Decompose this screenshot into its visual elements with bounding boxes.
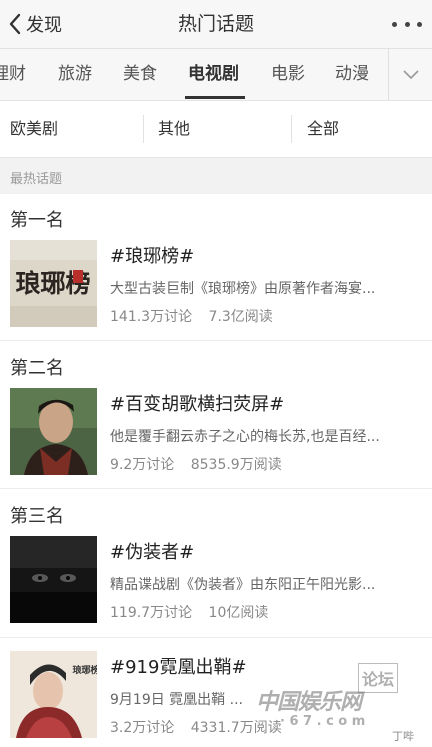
- topic-stats: 119.7万讨论 10亿阅读: [110, 602, 268, 622]
- topic-thumbnail: 琅琊榜: [10, 651, 97, 738]
- watermark-handle: 丁哔: [392, 730, 414, 743]
- tab-dongman[interactable]: 动漫: [335, 49, 369, 100]
- topic-description: 精品谍战剧《伪装者》由东阳正午阳光影...: [110, 577, 376, 593]
- langyabang-poster-image: 琅琊榜: [10, 240, 97, 327]
- topic-thumbnail: [10, 388, 97, 475]
- watermark-site: 中国娱乐网: [256, 690, 362, 715]
- read-count: 7.3亿阅读: [208, 309, 273, 325]
- topic-item[interactable]: #百变胡歌横扫荧屏# 他是覆手翻云赤子之心的梅长苏,也是百经... 9.2万讨论…: [0, 388, 432, 480]
- discussion-count: 9.2万讨论: [110, 457, 175, 473]
- section-title: 最热话题: [10, 172, 63, 187]
- read-count: 8535.9万阅读: [190, 457, 282, 473]
- dot-icon: [404, 21, 410, 27]
- sub-filters: 欧美剧 其他 全部: [0, 101, 432, 158]
- divider: [0, 340, 432, 341]
- divider: [0, 637, 432, 638]
- discussion-count: 119.7万讨论: [110, 605, 193, 621]
- tab-lvyou[interactable]: 旅游: [58, 49, 92, 100]
- filter-divider: [143, 115, 144, 143]
- topic-stats: 141.3万讨论 7.3亿阅读: [110, 306, 273, 326]
- filter-quanbu[interactable]: 全部: [307, 101, 339, 157]
- rank-label: 第二名: [10, 358, 64, 379]
- filter-divider: [291, 115, 292, 143]
- dot-icon: [417, 21, 422, 27]
- topic-title: #百变胡歌横扫荧屏#: [110, 394, 285, 415]
- read-count: 4331.7万阅读: [190, 720, 282, 736]
- more-options-button[interactable]: [392, 12, 422, 36]
- page-title: 热门话题: [177, 13, 254, 35]
- discussion-count: 3.2万讨论: [110, 720, 175, 736]
- topic-title: #伪装者#: [110, 542, 195, 563]
- section-header: 最热话题: [0, 158, 432, 194]
- filter-qita[interactable]: 其他: [158, 101, 190, 157]
- watermark-domain: · 6 7 . c o m: [280, 714, 366, 729]
- topic-title: #琅琊榜#: [110, 246, 195, 267]
- category-tabs: 理财 旅游 美食 电视剧 电影 动漫: [0, 49, 432, 101]
- tab-dianying[interactable]: 电影: [271, 49, 305, 100]
- topic-description: 大型古装巨制《琅琊榜》由原著作者海宴...: [110, 281, 376, 297]
- read-count: 10亿阅读: [208, 605, 269, 621]
- dot-icon: [392, 21, 397, 27]
- divider: [0, 488, 432, 489]
- rank-label: 第三名: [10, 506, 64, 527]
- topic-description: 他是覆手翻云赤子之心的梅长苏,也是百经...: [110, 429, 380, 445]
- chevron-down-icon: [403, 69, 419, 79]
- rank-label: 第一名: [10, 210, 64, 231]
- tab-meishi[interactable]: 美食: [123, 49, 157, 100]
- topic-thumbnail: 琅琊榜: [10, 240, 97, 327]
- topic-stats: 3.2万讨论 4331.7万阅读: [110, 717, 282, 737]
- topic-thumbnail: [10, 536, 97, 623]
- masked-face-image: [10, 536, 97, 623]
- expand-tabs-button[interactable]: [388, 49, 432, 100]
- nihuang-poster-image: 琅琊榜: [10, 651, 97, 738]
- topic-stats: 9.2万讨论 8535.9万阅读: [110, 454, 282, 474]
- discussion-count: 141.3万讨论: [110, 309, 193, 325]
- topic-title: #919霓凰出鞘#: [110, 657, 247, 678]
- topic-item[interactable]: 琅琊榜 #琅琊榜# 大型古装巨制《琅琊榜》由原著作者海宴... 141.3万讨论…: [0, 240, 432, 332]
- tab-licai[interactable]: 理财: [0, 49, 26, 100]
- watermark-forum: 论坛: [358, 663, 399, 693]
- actor-portrait-image: [10, 388, 97, 475]
- top-bar: 发现 热门话题: [0, 0, 432, 49]
- topic-item[interactable]: #伪装者# 精品谍战剧《伪装者》由东阳正午阳光影... 119.7万讨论 10亿…: [0, 536, 432, 628]
- svg-text:琅琊榜: 琅琊榜: [72, 664, 97, 676]
- active-tab-indicator: [185, 96, 245, 99]
- filter-oumeiju[interactable]: 欧美剧: [10, 101, 58, 157]
- tab-dianshiju[interactable]: 电视剧: [188, 49, 239, 100]
